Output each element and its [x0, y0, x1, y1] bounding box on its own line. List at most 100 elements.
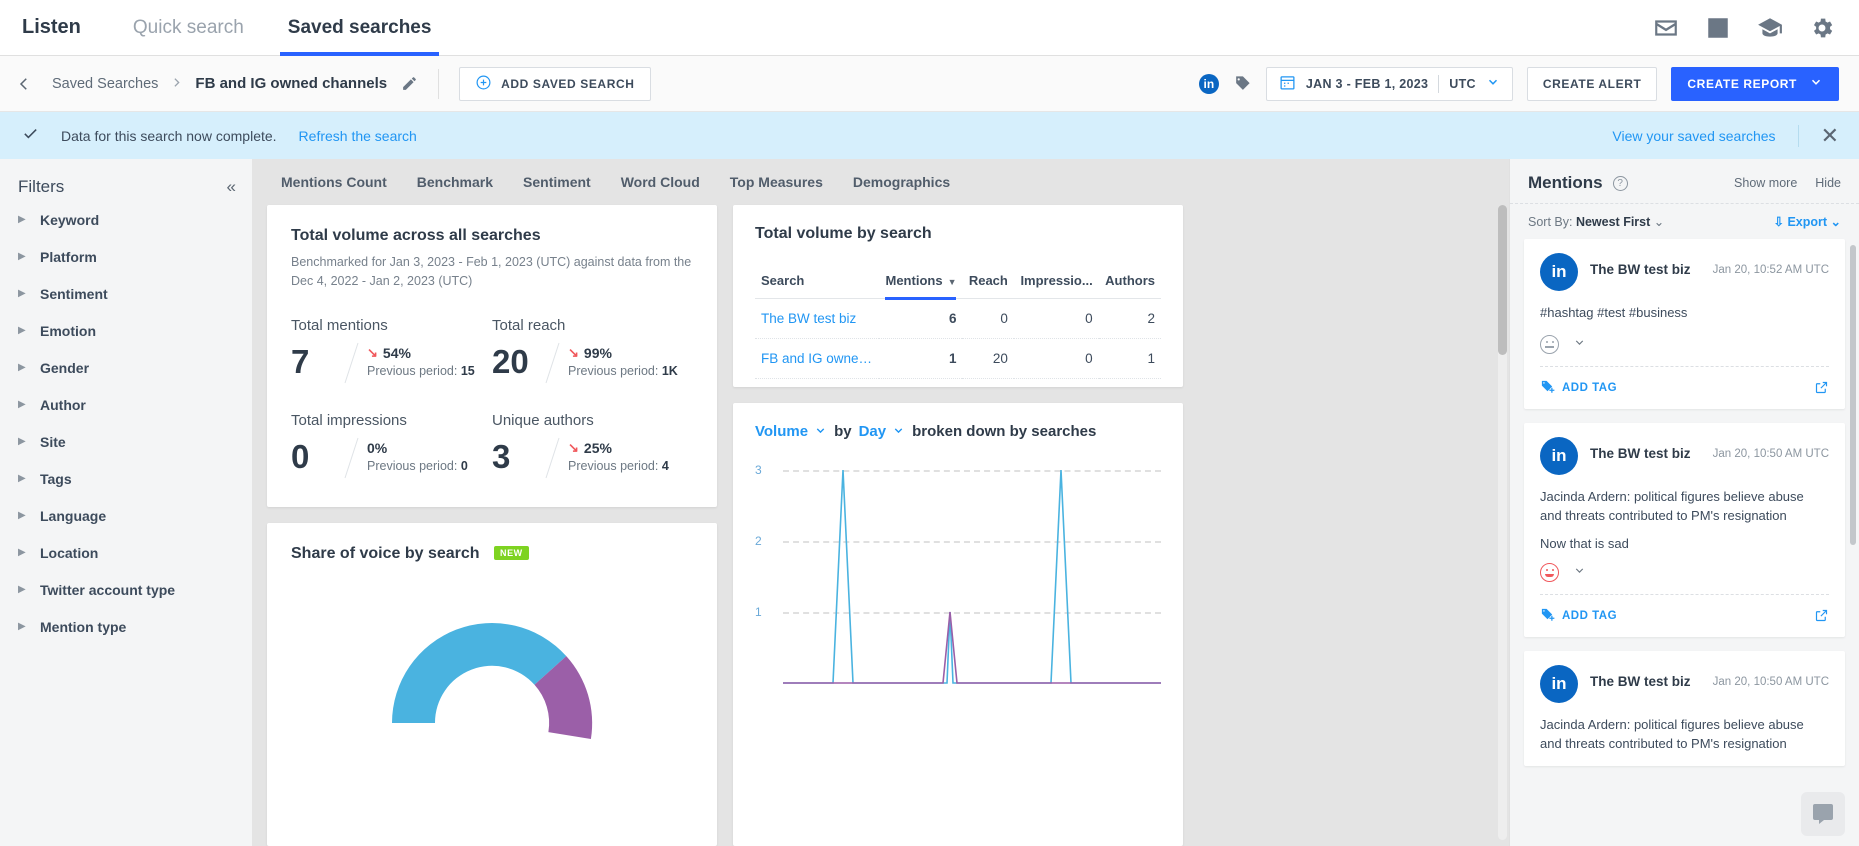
mention-card[interactable]: in The BW test biz Jan 20, 10:52 AM UTC … [1524, 239, 1845, 409]
add-saved-search-button[interactable]: ADD SAVED SEARCH [459, 66, 651, 101]
triangle-right-icon: ▶ [18, 325, 26, 336]
column-header-impressions[interactable]: Impressio... [1013, 265, 1099, 299]
close-icon[interactable]: ✕ [1821, 124, 1839, 147]
export-button[interactable]: ⇩ Export ⌄ [1773, 214, 1841, 229]
tab-word-cloud[interactable]: Word Cloud [607, 174, 714, 190]
mention-sentiment [1540, 334, 1829, 354]
linkedin-icon[interactable]: in [1198, 73, 1219, 94]
edit-pencil-icon[interactable] [401, 75, 418, 92]
cell-impressions: 0 [1013, 338, 1099, 379]
search-link[interactable]: FB and IG owne… [761, 351, 872, 366]
create-alert-button[interactable]: CREATE ALERT [1526, 66, 1658, 101]
gear-icon[interactable] [1809, 15, 1835, 41]
mention-author[interactable]: The BW test biz [1590, 437, 1691, 461]
scrollbar-thumb[interactable] [1850, 245, 1856, 545]
scrollbar-thumb[interactable] [1498, 205, 1507, 355]
breadcrumb-bar: Saved Searches FB and IG owned channels … [0, 56, 1859, 112]
sidebar-item-mention-type[interactable]: ▶ Mention type [0, 608, 252, 645]
mention-author[interactable]: The BW test biz [1590, 253, 1691, 277]
interval-select[interactable]: Day [859, 423, 906, 440]
show-more-link[interactable]: Show more [1734, 176, 1797, 190]
metric-delta: 0% [367, 440, 468, 456]
tab-quick-search[interactable]: Quick search [111, 0, 266, 56]
sidebar-item-label: Mention type [40, 618, 127, 635]
column-header-reach[interactable]: Reach [962, 265, 1014, 299]
chat-support-icon[interactable] [1801, 792, 1845, 836]
volume-line-chart[interactable]: 3 2 1 [755, 463, 1161, 700]
chart-icon[interactable] [1705, 15, 1731, 41]
sidebar-item-location[interactable]: ▶ Location [0, 534, 252, 571]
back-arrow-icon[interactable] [10, 70, 38, 98]
triangle-right-icon: ▶ [18, 621, 26, 632]
column-header-label: Mentions [885, 273, 943, 288]
metric-delta: ↘ 99% [568, 345, 678, 361]
mentions-scrollbar[interactable] [1850, 245, 1856, 840]
mention-header: in The BW test biz Jan 20, 10:50 AM UTC [1540, 664, 1829, 703]
tab-mentions-count[interactable]: Mentions Count [267, 174, 401, 190]
add-tag-button[interactable]: ADD TAG [1540, 379, 1617, 397]
open-external-icon[interactable] [1814, 380, 1829, 395]
sidebar-item-gender[interactable]: ▶ Gender [0, 349, 252, 386]
sidebar-item-site[interactable]: ▶ Site [0, 423, 252, 460]
hide-link[interactable]: Hide [1815, 176, 1841, 190]
chevron-down-icon[interactable] [1573, 336, 1586, 352]
tab-top-measures[interactable]: Top Measures [716, 174, 837, 190]
total-volume-subtitle: Benchmarked for Jan 3, 2023 - Feb 1, 202… [291, 255, 692, 288]
academy-icon[interactable] [1757, 15, 1783, 41]
tab-saved-searches[interactable]: Saved searches [266, 0, 454, 56]
add-tag-button[interactable]: ADD TAG [1540, 607, 1617, 625]
metric-value: 7 [291, 342, 310, 380]
app-brand-listen[interactable]: Listen [18, 0, 111, 56]
create-report-button[interactable]: CREATE REPORT [1671, 66, 1839, 101]
divider [1438, 74, 1440, 93]
open-external-icon[interactable] [1814, 608, 1829, 623]
metric-delta: ↘ 25% [568, 440, 669, 456]
collapse-sidebar-icon[interactable]: « [227, 177, 237, 197]
search-link[interactable]: The BW test biz [761, 311, 856, 326]
date-range-picker[interactable]: JAN 3 - FEB 1, 2023 UTC [1265, 66, 1513, 101]
sidebar-item-emotion[interactable]: ▶ Emotion [0, 312, 252, 349]
sidebar-item-platform[interactable]: ▶ Platform [0, 238, 252, 275]
sentiment-neutral-icon[interactable] [1540, 334, 1559, 354]
help-icon[interactable]: ? [1612, 175, 1628, 191]
sidebar-item-twitter-account-type[interactable]: ▶ Twitter account type [0, 571, 252, 608]
metric-previous-label: Previous period: [568, 459, 659, 473]
share-of-voice-donut[interactable] [291, 591, 693, 751]
chart-suffix-label: broken down by searches [912, 423, 1097, 440]
table-row: The BW test biz 6 0 0 2 [755, 298, 1161, 339]
tab-benchmark[interactable]: Benchmark [403, 174, 507, 190]
sidebar-item-keyword[interactable]: ▶ Keyword [0, 201, 252, 238]
column-header-authors[interactable]: Authors [1098, 265, 1161, 299]
tab-sentiment[interactable]: Sentiment [509, 174, 605, 190]
column-header-search[interactable]: Search [755, 265, 879, 299]
chevron-down-icon[interactable] [1573, 564, 1586, 580]
sidebar-item-sentiment[interactable]: ▶ Sentiment [0, 275, 252, 312]
sidebar-item-tags[interactable]: ▶ Tags [0, 460, 252, 497]
mention-author[interactable]: The BW test biz [1590, 665, 1691, 689]
cell-mentions: 6 [878, 298, 963, 339]
tab-demographics[interactable]: Demographics [839, 174, 964, 190]
metric-select[interactable]: Volume [755, 423, 827, 440]
sidebar-item-label: Emotion [40, 322, 96, 339]
mention-card[interactable]: in The BW test biz Jan 20, 10:50 AM UTC … [1524, 650, 1845, 766]
mentions-list: in The BW test biz Jan 20, 10:52 AM UTC … [1510, 239, 1859, 766]
total-volume-card: Total volume across all searches Benchma… [267, 205, 717, 507]
breadcrumb-parent[interactable]: Saved Searches [52, 76, 158, 92]
mail-icon[interactable] [1653, 15, 1679, 41]
sidebar-item-language[interactable]: ▶ Language [0, 497, 252, 534]
metric-previous-value: 4 [661, 459, 669, 473]
sentiment-negative-icon[interactable] [1540, 562, 1559, 582]
sidebar-item-author[interactable]: ▶ Author [0, 386, 252, 423]
tag-icon[interactable] [1233, 74, 1252, 93]
column-header-mentions[interactable]: Mentions ▼ [878, 265, 963, 300]
arrow-down-icon: ↘ [568, 440, 579, 455]
sort-by-control[interactable]: Sort By: Newest First ⌄ [1528, 214, 1664, 229]
cell-reach: 20 [962, 338, 1014, 379]
main-scrollbar[interactable] [1498, 205, 1507, 840]
metric-total-impressions: Total impressions 0 0% Previous period: … [291, 412, 492, 481]
mention-card[interactable]: in The BW test biz Jan 20, 10:50 AM UTC … [1524, 422, 1845, 637]
sidebar-item-label: Keyword [40, 211, 100, 228]
view-saved-searches-link[interactable]: View your saved searches [1612, 128, 1775, 144]
refresh-search-link[interactable]: Refresh the search [299, 128, 417, 144]
mention-footer: ADD TAG [1540, 365, 1829, 397]
